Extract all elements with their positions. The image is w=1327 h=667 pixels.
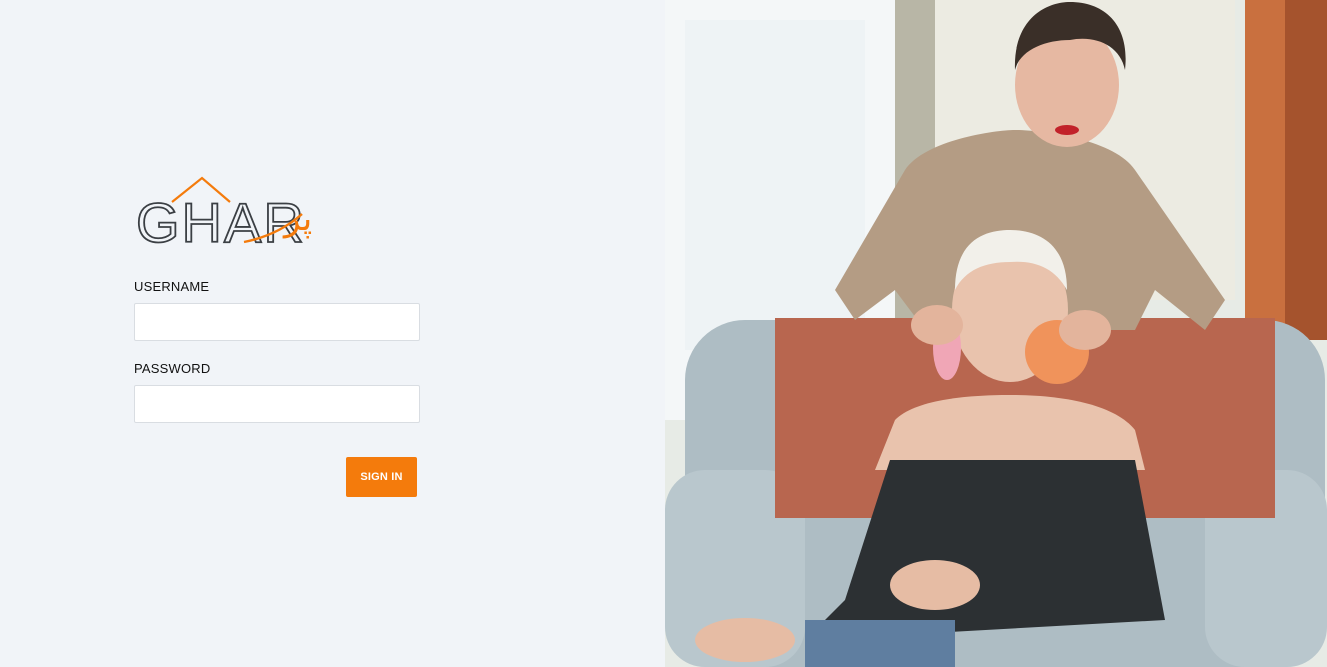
username-input[interactable] [134, 303, 420, 341]
password-input[interactable] [134, 385, 420, 423]
sign-in-button[interactable]: SIGN IN [346, 457, 417, 497]
logo-wordmark: GHAR [136, 191, 306, 252]
hero-image [665, 0, 1327, 667]
login-page: GHAR پر USERNAME PASSWORD SIGN IN [0, 0, 1327, 667]
login-panel: GHAR پر USERNAME PASSWORD SIGN IN [0, 0, 665, 667]
logo-script: پر [282, 199, 312, 239]
ghar-par-logo: GHAR پر [135, 176, 312, 252]
password-label: PASSWORD [134, 361, 211, 376]
username-label: USERNAME [134, 279, 210, 294]
beautician-facial-photo [665, 0, 1327, 667]
